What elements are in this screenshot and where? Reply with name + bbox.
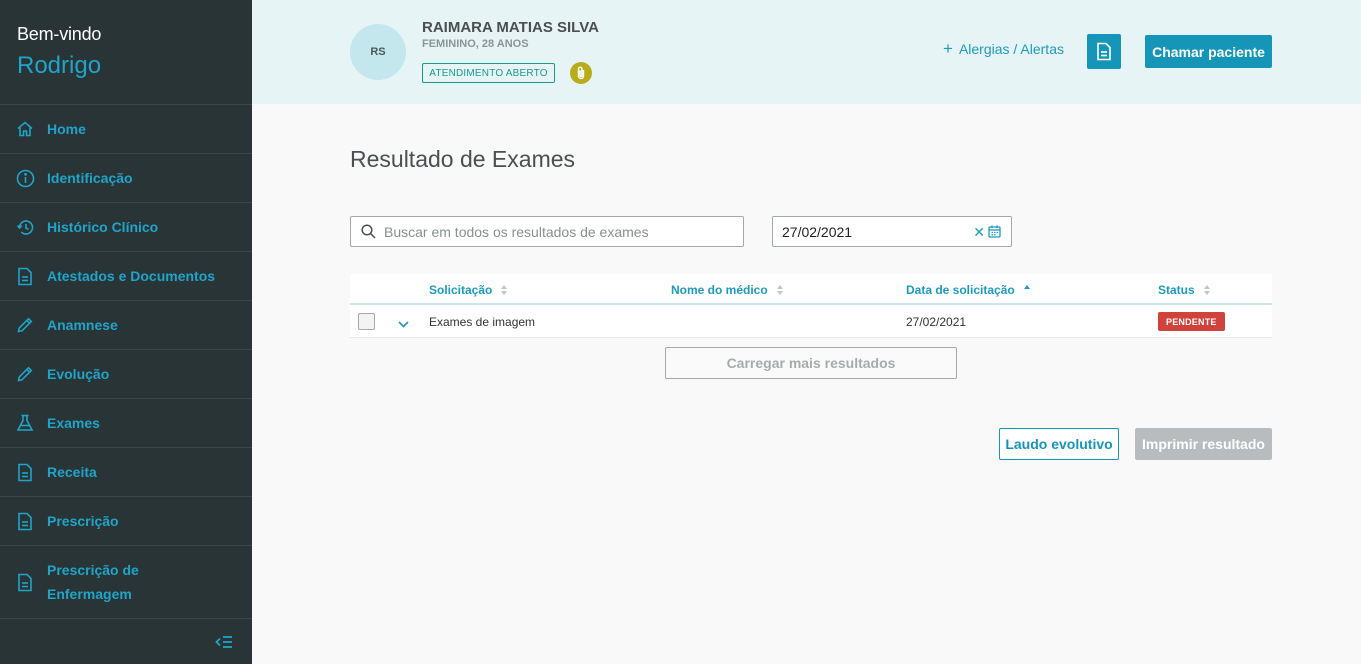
- status-badge: ATENDIMENTO ABERTO: [422, 63, 555, 83]
- search-input[interactable]: [384, 223, 724, 240]
- document-icon: [15, 462, 35, 482]
- patient-name: RAIMARA MATIAS SILVA: [422, 19, 599, 36]
- sidebar-item-receita[interactable]: Receita: [0, 448, 252, 497]
- sort-icon: [776, 285, 783, 295]
- sidebar-item-anamnese[interactable]: Anamnese: [0, 301, 252, 350]
- sidebar-item-atestados[interactable]: Atestados e Documentos: [0, 252, 252, 301]
- column-header-data[interactable]: Data de solicitação: [906, 283, 1030, 297]
- date-input[interactable]: [782, 223, 967, 240]
- sidebar-item-label-line2: Enfermagem: [47, 586, 132, 602]
- column-header-solicitacao[interactable]: Solicitação: [429, 283, 508, 297]
- pencil-icon: [15, 364, 35, 384]
- chevron-down-icon[interactable]: [398, 315, 409, 333]
- load-more-button[interactable]: Carregar mais resultados: [665, 347, 957, 379]
- status-badge: PENDENTE: [1158, 312, 1225, 331]
- sidebar-item-identificacao[interactable]: Identificação: [0, 154, 252, 203]
- column-label: Data de solicitação: [906, 283, 1015, 297]
- history-icon: [15, 217, 35, 237]
- username: Rodrigo: [17, 52, 102, 79]
- collapse-sidebar-icon[interactable]: [214, 632, 234, 652]
- date-field[interactable]: ✕: [772, 216, 1012, 247]
- flask-icon: [15, 413, 35, 433]
- welcome-text: Bem-vindo: [17, 24, 102, 44]
- sidebar-item-prescricao-enfermagem[interactable]: Prescrição de Enfermagem: [0, 546, 252, 619]
- sort-icon: [1203, 285, 1210, 295]
- document-button[interactable]: [1087, 34, 1121, 69]
- pencil-icon: [15, 315, 35, 335]
- column-label: Status: [1158, 283, 1195, 297]
- column-label: Nome do médico: [671, 283, 768, 297]
- sidebar-item-home[interactable]: Home: [0, 105, 252, 154]
- cell-solicitacao: Exames de imagem: [429, 315, 536, 329]
- sidebar-item-exames[interactable]: Exames: [0, 399, 252, 448]
- patient-info: FEMININO, 28 ANOS: [422, 38, 529, 50]
- sidebar-item-label: Anamnese: [47, 317, 118, 333]
- document-icon: [1097, 42, 1111, 61]
- sidebar: Bem-vindo Rodrigo Home Identificação His…: [0, 0, 252, 664]
- alerts-link-label: Alergias / Alertas: [958, 41, 1064, 57]
- plus-icon: +: [943, 39, 953, 58]
- column-header-medico[interactable]: Nome do médico: [671, 283, 783, 297]
- avatar: RS: [350, 24, 406, 80]
- column-header-status[interactable]: Status: [1158, 283, 1210, 297]
- sidebar-item-historico[interactable]: Histórico Clínico: [0, 203, 252, 252]
- sidebar-item-label-line1: Prescrição de: [47, 562, 139, 578]
- table-row[interactable]: Exames de imagem 27/02/2021 PENDENTE: [350, 305, 1272, 338]
- column-label: Solicitação: [429, 283, 493, 297]
- sidebar-item-label: Evolução: [47, 366, 110, 382]
- table-header: Solicitação Nome do médico Data de solic…: [350, 274, 1272, 305]
- search-field[interactable]: [350, 216, 744, 247]
- laudo-evolutivo-button[interactable]: Laudo evolutivo: [999, 428, 1119, 460]
- sidebar-item-label: Exames: [47, 415, 100, 431]
- sidebar-item-label: Histórico Clínico: [47, 219, 159, 235]
- document-icon: [15, 572, 35, 592]
- sidebar-item-label: Receita: [47, 464, 97, 480]
- patient-header: RS RAIMARA MATIAS SILVA FEMININO, 28 ANO…: [252, 0, 1361, 104]
- row-checkbox[interactable]: [358, 313, 375, 330]
- home-icon: [15, 119, 35, 139]
- add-allergies-alerts-link[interactable]: + Alergias / Alertas: [943, 39, 1064, 58]
- print-result-button[interactable]: Imprimir resultado: [1135, 428, 1272, 460]
- sidebar-item-evolucao[interactable]: Evolução: [0, 350, 252, 399]
- cell-data: 27/02/2021: [906, 315, 967, 329]
- call-patient-button[interactable]: Chamar paciente: [1145, 35, 1272, 68]
- info-icon: [15, 168, 35, 188]
- sidebar-item-label: Identificação: [47, 170, 133, 186]
- sidebar-nav: Home Identificação Histórico Clínico Ate…: [0, 104, 252, 619]
- clear-date-icon[interactable]: ✕: [973, 224, 985, 241]
- sidebar-item-prescricao[interactable]: Prescrição: [0, 497, 252, 546]
- exams-table: Solicitação Nome do médico Data de solic…: [350, 274, 1272, 338]
- sidebar-item-label: Atestados e Documentos: [47, 268, 216, 284]
- calendar-icon[interactable]: [988, 225, 1001, 243]
- search-icon: [361, 224, 376, 239]
- document-icon: [15, 511, 35, 531]
- page-title: Resultado de Exames: [350, 146, 576, 172]
- sidebar-item-label: Prescrição de Enfermagem: [47, 558, 139, 606]
- paperclip-icon[interactable]: [570, 62, 592, 84]
- sort-ascending-icon: [1023, 285, 1030, 289]
- sort-icon: [501, 285, 508, 295]
- document-icon: [15, 266, 35, 286]
- sidebar-item-label: Home: [47, 121, 86, 137]
- sidebar-item-label: Prescrição: [47, 513, 119, 529]
